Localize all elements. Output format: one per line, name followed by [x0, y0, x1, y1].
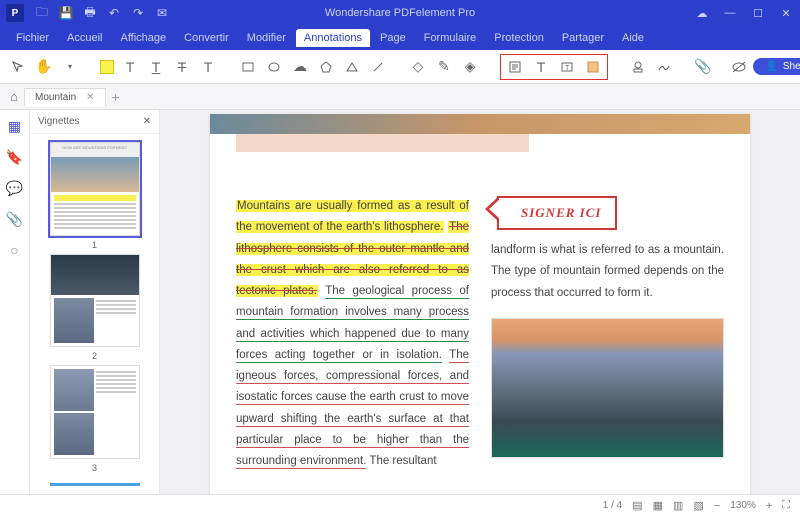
- thumb-num-2: 2: [92, 351, 97, 361]
- menu-protection[interactable]: Protection: [486, 29, 552, 47]
- highlighted-text[interactable]: Mountains are usually formed as a result…: [236, 200, 469, 233]
- note-tool[interactable]: [505, 57, 525, 77]
- text-strike-tool[interactable]: T: [172, 57, 192, 77]
- right-column: SIGNER ICI landform is what is referred …: [491, 196, 724, 472]
- rectangle-tool[interactable]: [238, 57, 258, 77]
- menu-accueil[interactable]: Accueil: [59, 29, 110, 47]
- home-tab-icon[interactable]: ⌂: [4, 89, 24, 104]
- menu-affichage[interactable]: Affichage: [112, 29, 174, 47]
- svg-text:T: T: [565, 65, 570, 72]
- view-cover-icon[interactable]: ▧: [693, 499, 703, 512]
- typewriter-tool[interactable]: T: [531, 57, 551, 77]
- zoom-in-button[interactable]: +: [766, 500, 772, 512]
- user-icon: 👤: [765, 61, 777, 72]
- body-text: The resultant: [369, 455, 436, 467]
- body-text: landform is what is referred to as a mou…: [491, 240, 724, 304]
- select-tool[interactable]: [8, 57, 28, 77]
- search-icon[interactable]: ○: [10, 242, 18, 258]
- print-icon[interactable]: 🖶: [82, 5, 98, 21]
- user-pill[interactable]: 👤 Shelley: [753, 58, 800, 75]
- thumbnail-1[interactable]: HOW ARE MOUNTAINS FORMED?: [50, 142, 140, 236]
- comments-icon[interactable]: 💬: [6, 180, 23, 197]
- line-tool[interactable]: [368, 57, 388, 77]
- statusbar: 1 / 4 ▤ ▦ ▥ ▧ − 130% + ⛶: [0, 494, 800, 516]
- area-highlight-tool[interactable]: [583, 57, 603, 77]
- eraser2-tool[interactable]: ◈: [460, 57, 480, 77]
- menu-annotations[interactable]: Annotations: [296, 29, 370, 47]
- zoom-level[interactable]: 130%: [730, 500, 756, 511]
- hero-overlay: [236, 134, 529, 152]
- menu-modifier[interactable]: Modifier: [239, 29, 294, 47]
- menu-aide[interactable]: Aide: [614, 29, 652, 47]
- thumbnails-title: Vignettes: [38, 116, 80, 127]
- attachment-tool[interactable]: 📎: [694, 57, 711, 77]
- tabbar: ⌂ Mountain ✕ +: [0, 84, 800, 110]
- tab-close-icon[interactable]: ✕: [86, 92, 94, 103]
- user-name: Shelley: [783, 61, 800, 72]
- text-highlight-tool[interactable]: T: [120, 57, 140, 77]
- cloud-icon[interactable]: ☁: [694, 5, 710, 21]
- menu-partager[interactable]: Partager: [554, 29, 612, 47]
- menu-convertir[interactable]: Convertir: [176, 29, 237, 47]
- page-indicator[interactable]: 1 / 4: [603, 500, 622, 511]
- sidebar-rail: ▦ 🔖 💬 📎 ○: [0, 110, 30, 494]
- hand-tool[interactable]: ✋: [34, 57, 54, 77]
- textbox-tool[interactable]: T: [557, 57, 577, 77]
- app-title: Wondershare PDFelement Pro: [325, 7, 475, 19]
- stamp-tool[interactable]: [628, 57, 648, 77]
- highlight-tool[interactable]: [100, 60, 114, 74]
- save-icon[interactable]: 💾: [58, 5, 74, 21]
- panel-close-icon[interactable]: ✕: [143, 116, 151, 127]
- menu-page[interactable]: Page: [372, 29, 414, 47]
- close-button[interactable]: ✕: [778, 5, 794, 21]
- dropdown-icon[interactable]: ▾: [60, 57, 80, 77]
- left-column: Mountains are usually formed as a result…: [236, 196, 469, 472]
- pencil-tool[interactable]: ✎: [434, 57, 454, 77]
- signature-tool[interactable]: [654, 57, 674, 77]
- pentagon-tool[interactable]: [316, 57, 336, 77]
- sign-here-stamp[interactable]: SIGNER ICI: [497, 196, 617, 230]
- thumbnails-panel: Vignettes ✕ HOW ARE MOUNTAINS FORMED? 1 …: [30, 110, 160, 494]
- eraser-tool[interactable]: ◇: [408, 57, 428, 77]
- document-tab[interactable]: Mountain ✕: [24, 88, 106, 106]
- fit-width-icon[interactable]: ⛶: [782, 499, 790, 512]
- hide-annotations-tool[interactable]: [731, 57, 747, 77]
- view-facing-icon[interactable]: ▥: [673, 499, 683, 512]
- menu-fichier[interactable]: Fichier: [8, 29, 57, 47]
- triangle-tool[interactable]: [342, 57, 362, 77]
- app-logo: P: [6, 4, 24, 22]
- squiggly-text[interactable]: The igneous forces, compressional forces…: [236, 349, 469, 469]
- thumbnail-3[interactable]: [50, 365, 140, 459]
- mountain-photo: [491, 318, 724, 458]
- thumbnails-icon[interactable]: ▦: [8, 118, 21, 135]
- thumbnail-2[interactable]: [50, 254, 140, 348]
- undo-icon[interactable]: ↶: [106, 5, 122, 21]
- new-tab-button[interactable]: +: [112, 89, 120, 105]
- hero-image: [210, 114, 750, 134]
- tab-title: Mountain: [35, 92, 76, 103]
- oval-tool[interactable]: [264, 57, 284, 77]
- mail-icon[interactable]: ✉: [154, 5, 170, 21]
- zoom-out-button[interactable]: −: [714, 500, 720, 512]
- text-caret-tool[interactable]: T: [198, 57, 218, 77]
- document-canvas[interactable]: Mountains are usually formed as a result…: [160, 110, 800, 494]
- menubar: Fichier Accueil Affichage Convertir Modi…: [0, 26, 800, 50]
- view-single-icon[interactable]: ▤: [632, 499, 642, 512]
- view-continuous-icon[interactable]: ▦: [653, 499, 663, 512]
- bookmarks-icon[interactable]: 🔖: [6, 149, 23, 166]
- text-annotation-group: T T: [500, 54, 608, 80]
- open-icon[interactable]: 🗀: [34, 5, 50, 21]
- menu-formulaire[interactable]: Formulaire: [416, 29, 485, 47]
- text-underline-tool[interactable]: T: [146, 57, 166, 77]
- thumb-num-3: 3: [92, 463, 97, 473]
- titlebar: P 🗀 💾 🖶 ↶ ↷ ✉ Wondershare PDFelement Pro…: [0, 0, 800, 26]
- cloud-tool[interactable]: ☁: [290, 57, 310, 77]
- attachments-icon[interactable]: 📎: [6, 211, 23, 228]
- maximize-button[interactable]: ☐: [750, 5, 766, 21]
- minimize-button[interactable]: —: [722, 5, 738, 21]
- annotation-toolbar: ✋ ▾ T T T T ☁ ◇ ✎ ◈ T T 📎 👤 Shelle: [0, 50, 800, 84]
- page: Mountains are usually formed as a result…: [210, 114, 750, 494]
- thumb-num-1: 1: [92, 240, 97, 250]
- redo-icon[interactable]: ↷: [130, 5, 146, 21]
